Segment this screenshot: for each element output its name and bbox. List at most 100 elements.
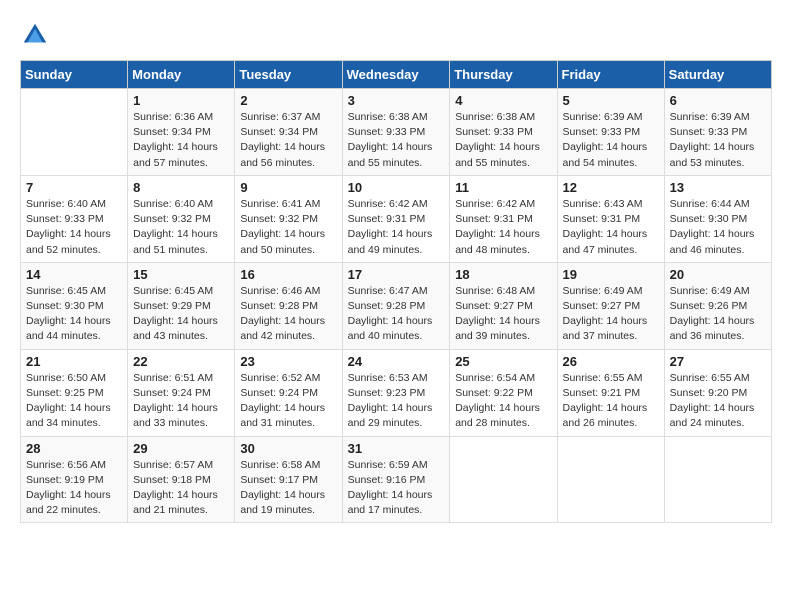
calendar-cell: 11 Sunrise: 6:42 AM Sunset: 9:31 PM Dayli… <box>450 175 557 262</box>
calendar-cell: 2 Sunrise: 6:37 AM Sunset: 9:34 PM Daylig… <box>235 89 342 176</box>
calendar-cell: 21Sunrise: 6:50 AM Sunset: 9:25 PM Dayli… <box>21 349 128 436</box>
calendar-cell <box>450 436 557 523</box>
week-row-5: 28 Sunrise: 6:56 AM Sunset: 9:19 PM Dayli… <box>21 436 772 523</box>
day-number: 11 <box>455 180 551 195</box>
day-number: 22 <box>133 354 229 369</box>
day-info: Sunrise: 6:38 AM Sunset: 9:33 PM Dayligh… <box>455 110 551 171</box>
day-info: Sunrise: 6:57 AM Sunset: 9:18 PM Dayligh… <box>133 458 229 519</box>
day-info: Sunrise: 6:42 AM Sunset: 9:31 PM Dayligh… <box>455 197 551 258</box>
weekday-header-wednesday: Wednesday <box>342 61 450 89</box>
calendar-cell: 22 Sunrise: 6:51 AM Sunset: 9:24 PM Dayli… <box>128 349 235 436</box>
day-info: Sunrise: 6:38 AM Sunset: 9:33 PM Dayligh… <box>348 110 445 171</box>
week-row-2: 7 Sunrise: 6:40 AM Sunset: 9:33 PM Daylig… <box>21 175 772 262</box>
day-info: Sunrise: 6:52 AM Sunset: 9:24 PM Dayligh… <box>240 371 336 432</box>
day-number: 27 <box>670 354 766 369</box>
weekday-header-tuesday: Tuesday <box>235 61 342 89</box>
calendar-cell: 3 Sunrise: 6:38 AM Sunset: 9:33 PM Daylig… <box>342 89 450 176</box>
day-number: 5 <box>563 93 659 108</box>
calendar-cell: 6Sunrise: 6:39 AM Sunset: 9:33 PM Daylig… <box>664 89 771 176</box>
logo <box>20 20 54 50</box>
calendar-cell: 13 Sunrise: 6:44 AM Sunset: 9:30 PM Dayli… <box>664 175 771 262</box>
day-number: 29 <box>133 441 229 456</box>
day-number: 9 <box>240 180 336 195</box>
calendar-cell: 19 Sunrise: 6:49 AM Sunset: 9:27 PM Dayli… <box>557 262 664 349</box>
day-info: Sunrise: 6:36 AM Sunset: 9:34 PM Dayligh… <box>133 110 229 171</box>
day-info: Sunrise: 6:37 AM Sunset: 9:34 PM Dayligh… <box>240 110 336 171</box>
calendar-cell: 5Sunrise: 6:39 AM Sunset: 9:33 PM Daylig… <box>557 89 664 176</box>
week-row-3: 14 Sunrise: 6:45 AM Sunset: 9:30 PM Dayli… <box>21 262 772 349</box>
day-info: Sunrise: 6:55 AM Sunset: 9:20 PM Dayligh… <box>670 371 766 432</box>
day-number: 31 <box>348 441 445 456</box>
calendar-cell: 18Sunrise: 6:48 AM Sunset: 9:27 PM Dayli… <box>450 262 557 349</box>
weekday-header-monday: Monday <box>128 61 235 89</box>
day-number: 3 <box>348 93 445 108</box>
day-number: 20 <box>670 267 766 282</box>
calendar-cell: 28 Sunrise: 6:56 AM Sunset: 9:19 PM Dayli… <box>21 436 128 523</box>
day-info: Sunrise: 6:53 AM Sunset: 9:23 PM Dayligh… <box>348 371 445 432</box>
day-number: 28 <box>26 441 122 456</box>
day-number: 19 <box>563 267 659 282</box>
calendar-cell: 7 Sunrise: 6:40 AM Sunset: 9:33 PM Daylig… <box>21 175 128 262</box>
day-info: Sunrise: 6:46 AM Sunset: 9:28 PM Dayligh… <box>240 284 336 345</box>
day-info: Sunrise: 6:45 AM Sunset: 9:30 PM Dayligh… <box>26 284 122 345</box>
day-info: Sunrise: 6:51 AM Sunset: 9:24 PM Dayligh… <box>133 371 229 432</box>
calendar-cell: 8 Sunrise: 6:40 AM Sunset: 9:32 PM Daylig… <box>128 175 235 262</box>
weekday-header-sunday: Sunday <box>21 61 128 89</box>
calendar-cell: 9Sunrise: 6:41 AM Sunset: 9:32 PM Daylig… <box>235 175 342 262</box>
calendar-cell: 26 Sunrise: 6:55 AM Sunset: 9:21 PM Dayli… <box>557 349 664 436</box>
calendar-cell: 24 Sunrise: 6:53 AM Sunset: 9:23 PM Dayli… <box>342 349 450 436</box>
day-number: 1 <box>133 93 229 108</box>
calendar-cell: 25 Sunrise: 6:54 AM Sunset: 9:22 PM Dayli… <box>450 349 557 436</box>
calendar-cell: 10Sunrise: 6:42 AM Sunset: 9:31 PM Dayli… <box>342 175 450 262</box>
day-number: 16 <box>240 267 336 282</box>
calendar-cell: 29 Sunrise: 6:57 AM Sunset: 9:18 PM Dayli… <box>128 436 235 523</box>
day-number: 15 <box>133 267 229 282</box>
day-info: Sunrise: 6:54 AM Sunset: 9:22 PM Dayligh… <box>455 371 551 432</box>
day-info: Sunrise: 6:40 AM Sunset: 9:33 PM Dayligh… <box>26 197 122 258</box>
day-info: Sunrise: 6:48 AM Sunset: 9:27 PM Dayligh… <box>455 284 551 345</box>
day-info: Sunrise: 6:44 AM Sunset: 9:30 PM Dayligh… <box>670 197 766 258</box>
day-number: 7 <box>26 180 122 195</box>
day-number: 10 <box>348 180 445 195</box>
calendar-cell: 14 Sunrise: 6:45 AM Sunset: 9:30 PM Dayli… <box>21 262 128 349</box>
day-number: 6 <box>670 93 766 108</box>
day-info: Sunrise: 6:49 AM Sunset: 9:26 PM Dayligh… <box>670 284 766 345</box>
calendar-header: SundayMondayTuesdayWednesdayThursdayFrid… <box>21 61 772 89</box>
calendar-table: SundayMondayTuesdayWednesdayThursdayFrid… <box>20 60 772 523</box>
day-number: 2 <box>240 93 336 108</box>
day-info: Sunrise: 6:50 AM Sunset: 9:25 PM Dayligh… <box>26 371 122 432</box>
day-number: 8 <box>133 180 229 195</box>
week-row-1: 1 Sunrise: 6:36 AM Sunset: 9:34 PM Daylig… <box>21 89 772 176</box>
day-info: Sunrise: 6:45 AM Sunset: 9:29 PM Dayligh… <box>133 284 229 345</box>
day-info: Sunrise: 6:56 AM Sunset: 9:19 PM Dayligh… <box>26 458 122 519</box>
calendar-cell: 1 Sunrise: 6:36 AM Sunset: 9:34 PM Daylig… <box>128 89 235 176</box>
weekday-header-saturday: Saturday <box>664 61 771 89</box>
calendar-cell <box>664 436 771 523</box>
day-info: Sunrise: 6:43 AM Sunset: 9:31 PM Dayligh… <box>563 197 659 258</box>
page-header <box>20 20 772 50</box>
calendar-cell: 30Sunrise: 6:58 AM Sunset: 9:17 PM Dayli… <box>235 436 342 523</box>
day-number: 25 <box>455 354 551 369</box>
day-number: 30 <box>240 441 336 456</box>
day-info: Sunrise: 6:49 AM Sunset: 9:27 PM Dayligh… <box>563 284 659 345</box>
calendar-cell: 16 Sunrise: 6:46 AM Sunset: 9:28 PM Dayli… <box>235 262 342 349</box>
calendar-cell: 4 Sunrise: 6:38 AM Sunset: 9:33 PM Daylig… <box>450 89 557 176</box>
calendar-cell: 31Sunrise: 6:59 AM Sunset: 9:16 PM Dayli… <box>342 436 450 523</box>
weekday-header-friday: Friday <box>557 61 664 89</box>
weekday-header-thursday: Thursday <box>450 61 557 89</box>
weekday-row: SundayMondayTuesdayWednesdayThursdayFrid… <box>21 61 772 89</box>
calendar-cell <box>21 89 128 176</box>
day-number: 4 <box>455 93 551 108</box>
day-number: 26 <box>563 354 659 369</box>
day-info: Sunrise: 6:40 AM Sunset: 9:32 PM Dayligh… <box>133 197 229 258</box>
day-number: 14 <box>26 267 122 282</box>
day-number: 24 <box>348 354 445 369</box>
day-number: 12 <box>563 180 659 195</box>
logo-icon <box>20 20 50 50</box>
day-info: Sunrise: 6:55 AM Sunset: 9:21 PM Dayligh… <box>563 371 659 432</box>
calendar-cell: 27 Sunrise: 6:55 AM Sunset: 9:20 PM Dayli… <box>664 349 771 436</box>
day-number: 17 <box>348 267 445 282</box>
day-number: 13 <box>670 180 766 195</box>
day-info: Sunrise: 6:47 AM Sunset: 9:28 PM Dayligh… <box>348 284 445 345</box>
calendar-cell: 17 Sunrise: 6:47 AM Sunset: 9:28 PM Dayli… <box>342 262 450 349</box>
